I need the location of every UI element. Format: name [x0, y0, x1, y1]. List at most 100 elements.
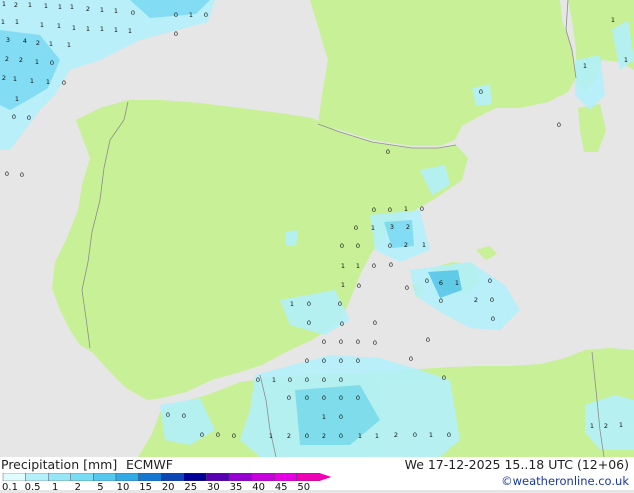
precip-value-label: 1 [624, 56, 628, 64]
precip-value-label: 1 [13, 75, 17, 83]
precip-value-label: 2 [36, 39, 40, 47]
precip-value-label: 1 [128, 27, 132, 35]
precip-value-label: 2 [2, 74, 6, 82]
precip-value-label: 2 [19, 56, 23, 64]
precip-value-label: 0 [491, 315, 495, 323]
precipitation-map: 1 2 1 1 1 1 2 1 1 0 0 1 01 1 1 1 1 1 1 1 1 03 4 2 1 12 2 1 02 1 1 1 010 0… [0, 0, 634, 457]
precip-value-label: 0 [339, 394, 343, 402]
color-scale-tick-label: 2 [74, 482, 81, 493]
forecast-map-view: 1211112110010111111111034211221021110100… [0, 0, 634, 493]
precip-area-inland [285, 230, 298, 246]
color-scale-swatch [25, 473, 49, 481]
color-scale-swatch [138, 473, 162, 481]
precip-value-label: 2 [394, 431, 398, 439]
precip-value-label: 0 [426, 336, 430, 344]
color-scale-ticks: 0.1 0.5 1 2 5 10 15 20 25 30 35 40 45 50 [0, 482, 634, 493]
precip-value-label: 1 [583, 62, 587, 70]
precip-value-label: 0 [490, 296, 494, 304]
precip-value-label: 1 [269, 432, 273, 440]
precip-value-label: 0 [439, 297, 443, 305]
precip-value-label: 0 [557, 121, 561, 129]
precip-value-label: 0 [305, 376, 309, 384]
precip-value-label: 0 [166, 411, 170, 419]
precip-value-label: 0 [372, 206, 376, 214]
precip-value-label: 3 [6, 36, 10, 44]
precip-value-label: 0 [232, 432, 236, 440]
precip-value-label: 1 [619, 421, 623, 429]
color-scale-tick-label: 10 [116, 482, 130, 493]
precip-value-label: 1 [341, 262, 345, 270]
precip-value-label: 0 [389, 261, 393, 269]
color-scale-swatch [115, 473, 139, 481]
precip-value-label: 0 [409, 355, 413, 363]
color-scale-tick-label: 0.5 [24, 482, 41, 493]
precip-value-label: 0 [357, 282, 361, 290]
precip-value-label: 0 [174, 11, 178, 19]
color-scale-swatch [183, 473, 207, 481]
precip-value-label: 0 [340, 242, 344, 250]
precip-value-label: 0 [356, 242, 360, 250]
precip-value-label: 1 [72, 24, 76, 32]
precip-value-label: 0 [20, 171, 24, 179]
precip-value-label: 1 [40, 21, 44, 29]
precip-value-label: 1 [341, 281, 345, 289]
precip-value-label: 0 [50, 59, 54, 67]
precip-value-label: 0 [288, 376, 292, 384]
precip-value-label: 0 [339, 413, 343, 421]
precip-value-label: 0 [372, 262, 376, 270]
precip-value-label: 0 [27, 114, 31, 122]
color-scale-swatch [274, 473, 298, 481]
precip-value-label: 0 [216, 431, 220, 439]
precip-value-label: 1 [1, 18, 5, 26]
model-name: ECMWF [126, 457, 173, 472]
color-scale-swatch [228, 473, 252, 481]
color-scale-tick-label: 5 [97, 482, 104, 493]
precip-value-label: 1 [290, 300, 294, 308]
precip-value-label: 1 [100, 6, 104, 14]
color-scale-tick-label: 20 [161, 482, 175, 493]
precip-value-label: 0 [442, 374, 446, 382]
precip-value-label: 0 [388, 242, 392, 250]
precip-value-label: 0 [356, 394, 360, 402]
precip-value-label: 1 [67, 41, 71, 49]
precip-value-label: 1 [272, 376, 276, 384]
precip-value-label: 1 [358, 432, 362, 440]
precip-value-label: 1 [44, 2, 48, 10]
precip-value-label: 2 [322, 432, 326, 440]
precip-value-label: 0 [388, 206, 392, 214]
color-scale-swatch [70, 473, 94, 481]
precip-value-label: 0 [420, 205, 424, 213]
color-scale-tick-label: 50 [297, 482, 311, 493]
precip-value-label: 0 [340, 320, 344, 328]
precip-value-label: 3 [390, 223, 394, 231]
precip-value-label: 1 [49, 40, 53, 48]
precip-value-label: 2 [604, 422, 608, 430]
valid-time: We 17-12-2025 15..18 UTC (12+06) [404, 457, 629, 472]
precip-value-label: 0 [307, 319, 311, 327]
color-scale-tick-label: 45 [274, 482, 288, 493]
precip-value-label: 0 [479, 88, 483, 96]
precip-value-label: 6 [439, 279, 443, 287]
precip-value-label: 1 [422, 241, 426, 249]
precip-value-label: 0 [204, 11, 208, 19]
precip-value-label: 1 [100, 25, 104, 33]
color-scale-tick-label: 25 [184, 482, 198, 493]
color-scale-swatch [160, 473, 184, 481]
precip-value-label: 0 [305, 394, 309, 402]
precip-value-label: 2 [406, 223, 410, 231]
precip-value-label: 0 [305, 357, 309, 365]
color-scale-tick-label: 30 [207, 482, 220, 493]
precip-value-label: 1 [322, 413, 326, 421]
precip-value-label: 0 [322, 338, 326, 346]
color-scale-bar [2, 473, 332, 481]
color-scale-swatch [48, 473, 72, 481]
color-scale-swatch [93, 473, 117, 481]
precip-value-label: 0 [322, 357, 326, 365]
precip-value-label: 0 [339, 338, 343, 346]
precip-value-label: 0 [305, 432, 309, 440]
legend-title: Precipitation [mm] [1, 457, 118, 472]
precip-value-label: 0 [488, 277, 492, 285]
precip-value-label: 1 [611, 16, 615, 24]
precip-value-label: 1 [371, 224, 375, 232]
precip-value-label: 2 [404, 241, 408, 249]
